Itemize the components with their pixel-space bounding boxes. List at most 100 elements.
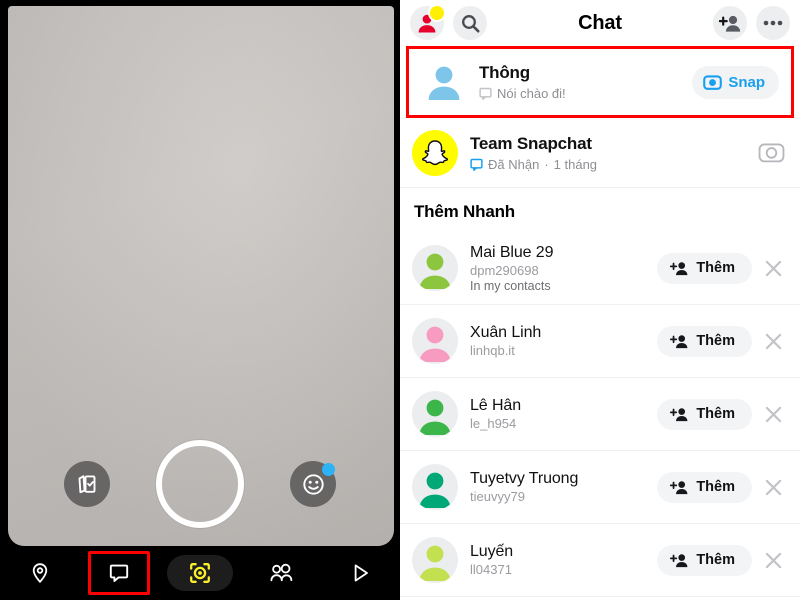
quick-add-row[interactable]: Xuân Linh linhqb.it Thêm (400, 305, 800, 378)
more-options-button[interactable] (756, 6, 790, 40)
play-triangle-icon (355, 564, 369, 582)
avatar (412, 245, 458, 291)
nav-item-stories[interactable] (329, 551, 391, 595)
person-avatar (412, 391, 458, 437)
quick-add-text: Xuân Linh linhqb.it (470, 324, 657, 358)
quick-add-text: Mai Blue 29 dpm290698 In my contacts (470, 244, 657, 293)
add-person-icon (670, 480, 688, 494)
camera-panel (0, 0, 400, 600)
dismiss-button[interactable] (758, 260, 788, 277)
avatar (412, 464, 458, 510)
add-person-icon (670, 407, 688, 421)
avatar (412, 318, 458, 364)
nav-item-chat[interactable] (87, 551, 150, 595)
header-right-group (713, 6, 790, 40)
lens-button[interactable] (290, 461, 336, 507)
conversation-status-text: Đã Nhận (488, 156, 540, 172)
add-friend-button[interactable]: Thêm (657, 398, 752, 430)
conversation-status: Đã Nhận · 1 tháng (470, 157, 748, 172)
header-left-group (410, 4, 487, 40)
conversation-name: Thông (479, 63, 530, 82)
conversation-row-thong[interactable]: Thông Nói chào đi! Snap (406, 46, 794, 118)
dismiss-button[interactable] (758, 479, 788, 496)
avatar (412, 391, 458, 437)
search-icon (461, 14, 479, 32)
person-note: In my contacts (470, 278, 551, 293)
chat-bubble-icon (470, 158, 483, 171)
person-username: tieuvyy79 (470, 489, 525, 504)
page-title: Chat (578, 11, 622, 34)
person-username: dpm290698 (470, 262, 539, 278)
quick-add-row[interactable]: Luyến ll04371 Thêm (400, 524, 800, 597)
person-username: linhqb.it (470, 343, 515, 358)
chat-panel: Chat Thông Nói chào đi! Snap Team Snapch… (400, 0, 800, 600)
more-options-icon (763, 20, 783, 26)
person-avatar-icon (419, 472, 451, 508)
avatar (421, 59, 467, 105)
avatar (412, 129, 458, 176)
close-icon (765, 333, 781, 349)
person-name: Tuyetvy Truong (470, 470, 579, 487)
scan-camera-icon (190, 563, 210, 583)
add-friend-button[interactable]: Thêm (657, 252, 752, 284)
nav-item-friends[interactable] (250, 551, 312, 595)
add-button-label: Thêm (696, 260, 735, 276)
memories-cards-icon (78, 475, 96, 494)
shutter-button[interactable] (156, 440, 244, 528)
nav-item-map[interactable] (9, 551, 71, 595)
add-friend-button[interactable]: Thêm (657, 325, 752, 357)
conversation-camera-button[interactable] (754, 139, 788, 166)
friends-icon (270, 563, 293, 582)
person-avatar-icon (419, 253, 451, 289)
person-avatar-icon (419, 545, 451, 581)
person-avatar (412, 245, 458, 291)
memories-button[interactable] (64, 461, 110, 507)
dismiss-button[interactable] (758, 333, 788, 350)
quick-add-text: Lê Hân le_h954 (470, 397, 657, 431)
person-username: ll04371 (470, 562, 512, 577)
person-avatar (412, 537, 458, 583)
app-root: Chat Thông Nói chào đi! Snap Team Snapch… (0, 0, 800, 600)
add-person-icon (670, 261, 688, 275)
add-friend-button[interactable]: Thêm (657, 471, 752, 503)
camera-controls-row (0, 438, 400, 530)
add-button-label: Thêm (696, 479, 735, 495)
conversation-row-team-snapchat[interactable]: Team Snapchat Đã Nhận · 1 tháng (400, 118, 800, 188)
person-name: Mai Blue 29 (470, 243, 554, 261)
quick-add-text: Luyến ll04371 (470, 543, 657, 577)
conversation-status-meta: 1 tháng (553, 156, 598, 172)
person-username: le_h954 (470, 416, 517, 431)
close-icon (765, 552, 781, 568)
conversation-text: Team Snapchat Đã Nhận · 1 tháng (470, 134, 748, 172)
quick-add-section-title: Thêm Nhanh (414, 202, 515, 221)
add-friend-button[interactable]: Thêm (657, 544, 752, 576)
person-avatar-icon (428, 66, 460, 100)
avatar (412, 537, 458, 583)
person-name: Lê Hân (470, 397, 521, 414)
person-avatar-icon (419, 399, 451, 435)
dismiss-button[interactable] (758, 552, 788, 569)
add-person-icon (670, 553, 688, 567)
nav-item-camera[interactable] (166, 555, 233, 591)
profile-avatar-button[interactable] (410, 4, 446, 40)
add-friend-icon (718, 15, 740, 32)
quick-add-row[interactable]: Tuyetvy Truong tieuvyy79 Thêm (400, 451, 800, 524)
add-friend-button[interactable] (713, 6, 747, 40)
add-button-label: Thêm (696, 552, 735, 568)
snapchat-ghost-icon (421, 139, 449, 165)
chat-bubble-icon (109, 564, 128, 582)
lens-smiley-icon (302, 473, 324, 495)
quick-add-row[interactable]: Lê Hân le_h954 Thêm (400, 378, 800, 451)
close-icon (765, 406, 781, 422)
camera-icon (703, 74, 723, 90)
search-button[interactable] (453, 6, 487, 40)
conversation-status-separator: · (544, 156, 549, 172)
conversation-text: Thông Nói chào đi! (479, 63, 692, 101)
quick-add-row[interactable]: Mai Blue 29 dpm290698 In my contacts Thê… (400, 232, 800, 305)
snap-button[interactable]: Snap (692, 65, 779, 99)
person-avatar (412, 464, 458, 510)
dismiss-button[interactable] (758, 406, 788, 423)
add-person-icon (670, 334, 688, 348)
chat-header: Chat (400, 0, 800, 46)
snapchat-avatar (412, 129, 458, 176)
